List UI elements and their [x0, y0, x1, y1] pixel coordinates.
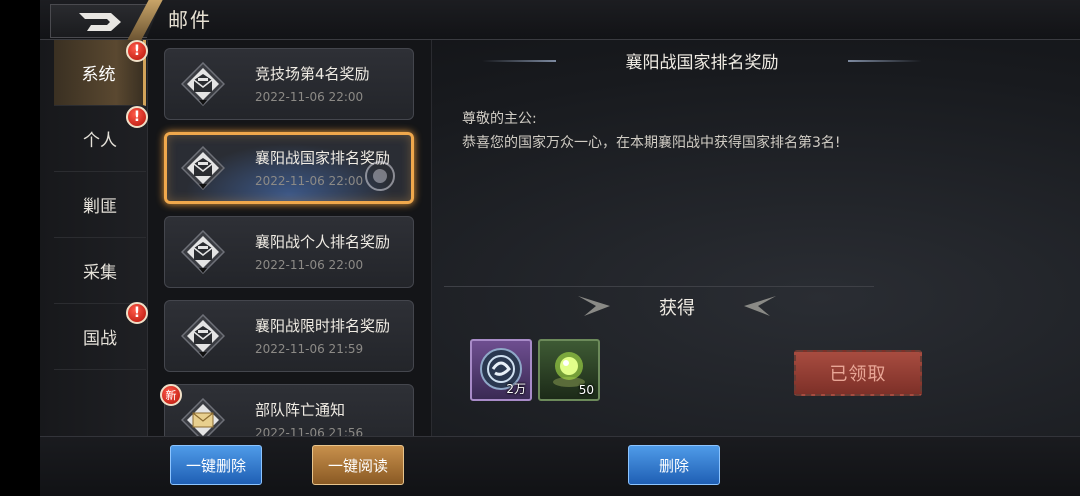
reward-item[interactable]: 50: [538, 339, 600, 401]
mail-date: 2022-11-06 22:00: [255, 90, 364, 104]
mail-title: 襄阳战限时排名奖励: [255, 317, 391, 335]
detail-title-bar: 襄阳战国家排名奖励: [482, 48, 922, 73]
opened-mail-icon: [181, 146, 225, 190]
category-label: 国战: [83, 329, 117, 349]
unread-mail-icon: [181, 398, 225, 436]
delete-all-button[interactable]: 一键删除: [170, 445, 262, 485]
reward-item[interactable]: 2万: [470, 339, 532, 401]
category-tab-gather[interactable]: 采集: [54, 238, 146, 304]
mail-greeting: 尊敬的主公:: [462, 111, 537, 127]
selection-target-icon: [365, 161, 395, 191]
rewards-divider: [444, 286, 874, 287]
mail-list[interactable]: 竞技场第4名奖励 2022-11-06 22:00 襄阳战国家排名奖励 2022…: [148, 40, 432, 436]
mail-screen: 邮件 系统 个人 剿匪 采集 国战 ! ! ! 竞技场第4名奖励 2022-11…: [40, 0, 1080, 496]
bottom-action-bar: 一键删除 一键阅读 删除: [40, 436, 1080, 496]
wing-ornament-right-icon: [744, 296, 776, 316]
back-arrow-icon: [79, 13, 121, 31]
mail-item[interactable]: 竞技场第4名奖励 2022-11-06 22:00: [164, 48, 414, 120]
page-title: 邮件: [168, 8, 212, 32]
new-badge: 新: [160, 384, 182, 406]
opened-mail-icon: [181, 314, 225, 358]
opened-mail-icon: [181, 230, 225, 274]
mail-date: 2022-11-06 22:00: [255, 258, 364, 272]
mail-date: 2022-11-06 21:59: [255, 342, 364, 356]
read-all-button[interactable]: 一键阅读: [312, 445, 404, 485]
mail-item-selected[interactable]: 襄阳战国家排名奖励 2022-11-06 22:00: [164, 132, 414, 204]
category-label: 采集: [83, 263, 117, 283]
mail-item-unread[interactable]: 部队阵亡通知 2022-11-06 21:56: [164, 384, 414, 436]
left-edge: [0, 0, 40, 496]
mail-date: 2022-11-06 21:56: [255, 426, 364, 436]
mail-title: 竞技场第4名奖励: [255, 65, 370, 83]
category-sidebar: 系统 个人 剿匪 采集 国战 ! ! !: [40, 40, 148, 436]
rewards-header: 获得: [578, 292, 776, 322]
category-label: 个人: [83, 131, 117, 151]
mail-item[interactable]: 襄阳战个人排名奖励 2022-11-06 22:00: [164, 216, 414, 288]
delete-button[interactable]: 删除: [628, 445, 720, 485]
top-bar: 邮件: [40, 0, 1080, 40]
category-tab-bandits[interactable]: 剿匪: [54, 172, 146, 238]
alert-badge: !: [126, 40, 148, 62]
detail-title: 襄阳战国家排名奖励: [625, 53, 779, 73]
alert-badge: !: [126, 302, 148, 324]
mail-date: 2022-11-06 22:00: [255, 174, 364, 188]
mail-title: 襄阳战个人排名奖励: [255, 233, 391, 251]
reward-count: 2万: [506, 382, 526, 396]
alert-badge: !: [126, 106, 148, 128]
mail-title: 部队阵亡通知: [255, 401, 346, 419]
category-label: 系统: [81, 65, 116, 85]
mail-item[interactable]: 襄阳战限时排名奖励 2022-11-06 21:59: [164, 300, 414, 372]
opened-mail-icon: [181, 62, 225, 106]
mail-body: 恭喜您的国家万众一心，在本期襄阳战中获得国家排名第3名!: [462, 135, 841, 151]
reward-count: 50: [578, 383, 594, 397]
mail-detail-panel: 襄阳战国家排名奖励 尊敬的主公: 恭喜您的国家万众一心，在本期襄阳战中获得国家排…: [432, 40, 1080, 436]
category-label: 剿匪: [83, 197, 117, 217]
claimed-button[interactable]: 已领取: [794, 350, 922, 396]
